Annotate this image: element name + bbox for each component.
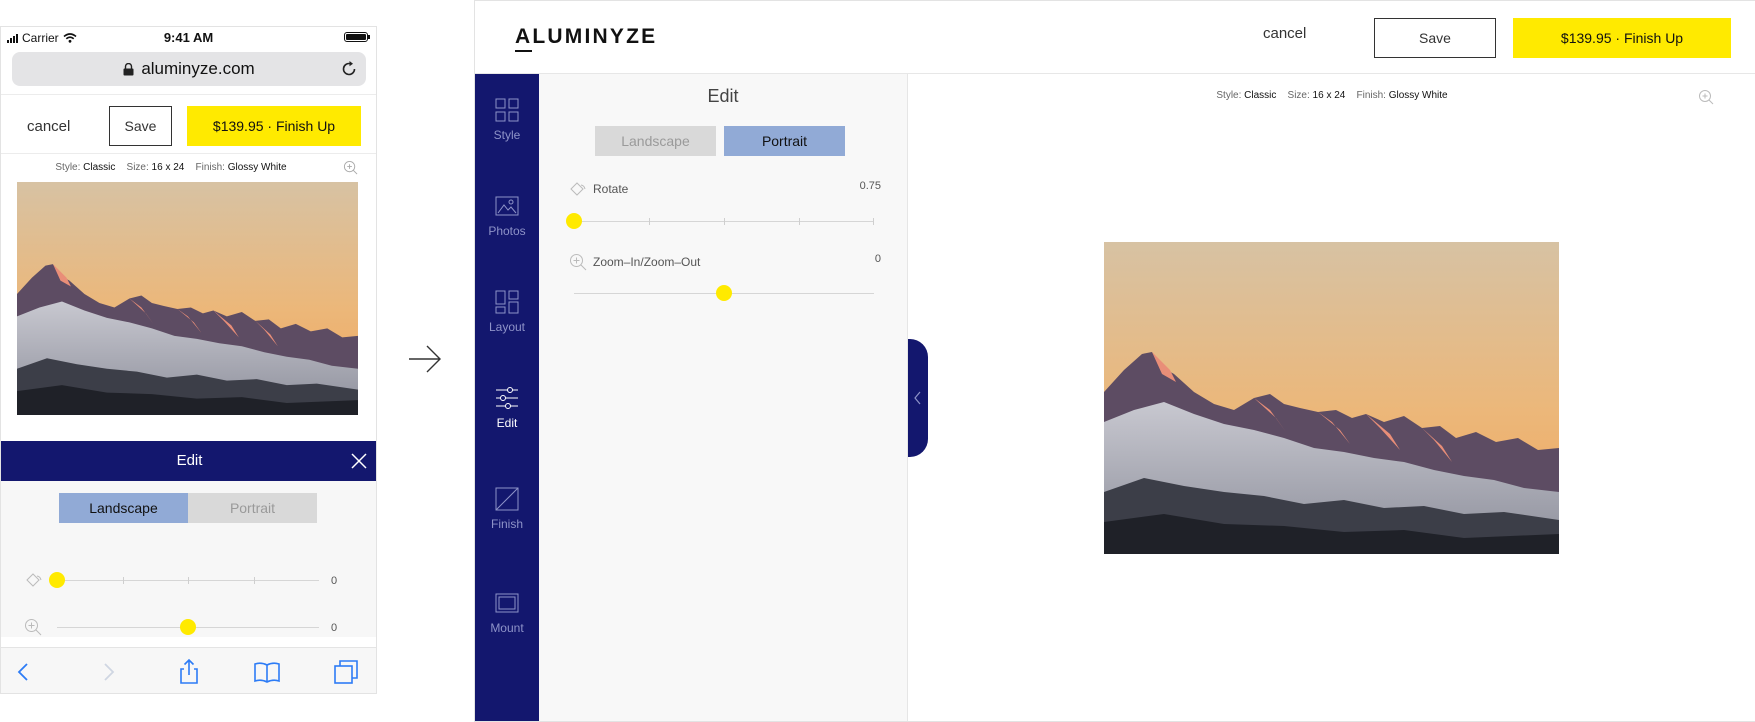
chevron-left-icon bbox=[914, 391, 921, 405]
sidebar-item-layout[interactable]: Layout bbox=[475, 290, 539, 370]
tabs-icon[interactable] bbox=[332, 658, 360, 686]
orientation-toggle: Landscape Portrait bbox=[59, 493, 317, 523]
arrow-right-icon bbox=[409, 345, 441, 373]
rotate-icon bbox=[26, 573, 42, 587]
sidebar-item-photos[interactable]: Photos bbox=[475, 194, 539, 274]
zoom-in-icon[interactable] bbox=[343, 160, 358, 175]
bookmarks-icon[interactable] bbox=[253, 658, 281, 686]
logo-rest: LUMINYZE bbox=[532, 25, 658, 48]
rotate-label: Rotate bbox=[569, 181, 628, 197]
logo-first-letter: A bbox=[515, 25, 533, 52]
layout-icon bbox=[495, 290, 519, 314]
size-value: 16 x 24 bbox=[151, 162, 185, 173]
style-value: Classic bbox=[1244, 90, 1277, 101]
rotate-value: 0.75 bbox=[859, 180, 881, 192]
save-button[interactable]: Save bbox=[109, 106, 172, 146]
app-header: ALUMINYZE cancel Save $139.95 · Finish U… bbox=[475, 1, 1755, 74]
size-value: 16 x 24 bbox=[1312, 90, 1346, 101]
sidebar-item-edit[interactable]: Edit bbox=[475, 386, 539, 466]
reload-icon[interactable] bbox=[340, 60, 358, 78]
browser-toolbar bbox=[1, 647, 376, 693]
close-icon[interactable] bbox=[350, 452, 368, 470]
mount-icon bbox=[495, 593, 519, 613]
address-bar[interactable]: aluminyze.com bbox=[12, 52, 366, 86]
zoom-icon bbox=[570, 254, 587, 271]
cancel-button[interactable]: cancel bbox=[27, 107, 83, 147]
zoom-value: 0 bbox=[874, 253, 881, 265]
panel-title: Edit bbox=[707, 86, 739, 106]
rotate-slider-thumb[interactable] bbox=[566, 213, 582, 229]
style-value: Classic bbox=[83, 162, 116, 173]
finish-up-button[interactable]: $139.95 · Finish Up bbox=[1513, 18, 1731, 58]
landscape-button[interactable]: Landscape bbox=[59, 493, 188, 523]
zoom-slider-thumb[interactable] bbox=[180, 619, 196, 635]
edit-header: Edit bbox=[1, 441, 376, 481]
mobile-browser: Carrier 9:41 AM aluminyze.com cancel Sav… bbox=[0, 26, 377, 694]
zoom-value: 0 bbox=[331, 622, 338, 634]
rotate-slider[interactable] bbox=[566, 213, 875, 229]
collapse-panel-tab[interactable] bbox=[908, 339, 928, 457]
photo-preview bbox=[17, 182, 358, 415]
zoom-icon bbox=[25, 619, 42, 636]
product-meta: Style: Classic Size: 16 x 24 Finish: Glo… bbox=[1216, 90, 1448, 101]
zoom-slider-thumb[interactable] bbox=[716, 285, 732, 301]
status-time: 9:41 AM bbox=[163, 30, 214, 45]
status-bar: Carrier 9:41 AM bbox=[1, 27, 376, 47]
sliders-icon bbox=[496, 387, 518, 409]
image-icon bbox=[495, 196, 519, 216]
cancel-button[interactable]: cancel bbox=[1263, 25, 1306, 42]
aluminyze-logo[interactable]: ALUMINYZE bbox=[515, 25, 658, 52]
desktop-app: ALUMINYZE cancel Save $139.95 · Finish U… bbox=[474, 0, 1755, 722]
divider bbox=[1, 94, 376, 95]
url-text: aluminyze.com bbox=[141, 59, 255, 78]
lock-icon bbox=[123, 62, 134, 75]
finish-value: Glossy White bbox=[227, 162, 287, 173]
zoom-slider[interactable] bbox=[57, 619, 319, 635]
portrait-button[interactable]: Portrait bbox=[724, 126, 845, 156]
photo-preview bbox=[1104, 242, 1559, 554]
sidebar-item-style[interactable]: Style bbox=[475, 98, 539, 178]
grid-icon bbox=[495, 98, 519, 122]
zoom-in-icon[interactable] bbox=[1698, 89, 1714, 105]
edit-title: Edit bbox=[176, 452, 203, 469]
zoom-slider[interactable] bbox=[574, 285, 874, 301]
rotate-slider[interactable] bbox=[49, 572, 319, 588]
edit-panel: Edit Landscape Portrait Rotate 0.75 Zoom… bbox=[539, 74, 908, 721]
rotate-icon bbox=[570, 182, 586, 196]
share-icon[interactable] bbox=[175, 658, 203, 686]
finish-value: Glossy White bbox=[1388, 90, 1448, 101]
rotate-value: 0 bbox=[331, 575, 338, 587]
back-icon[interactable] bbox=[10, 658, 38, 686]
divider bbox=[1, 153, 376, 154]
forward-icon bbox=[104, 663, 115, 681]
sidebar-item-finish[interactable]: Finish bbox=[475, 487, 539, 567]
edit-controls: Landscape Portrait 0 0 bbox=[1, 481, 376, 637]
portrait-button[interactable]: Portrait bbox=[188, 493, 317, 523]
sidebar-item-mount[interactable]: Mount bbox=[475, 591, 539, 671]
finish-icon bbox=[495, 487, 519, 511]
battery-icon bbox=[344, 32, 370, 42]
landscape-button[interactable]: Landscape bbox=[595, 126, 716, 156]
product-meta: Style: Classic Size: 16 x 24 Finish: Glo… bbox=[55, 162, 287, 173]
rotate-slider-thumb[interactable] bbox=[49, 572, 65, 588]
save-button[interactable]: Save bbox=[1374, 18, 1496, 58]
sidebar-nav: Style Photos Layout Edit Finish Mount bbox=[475, 74, 539, 721]
orientation-toggle: Landscape Portrait bbox=[595, 126, 845, 156]
zoom-label: Zoom–In/Zoom–Out bbox=[569, 253, 700, 271]
finish-up-button[interactable]: $139.95 · Finish Up bbox=[187, 106, 361, 146]
